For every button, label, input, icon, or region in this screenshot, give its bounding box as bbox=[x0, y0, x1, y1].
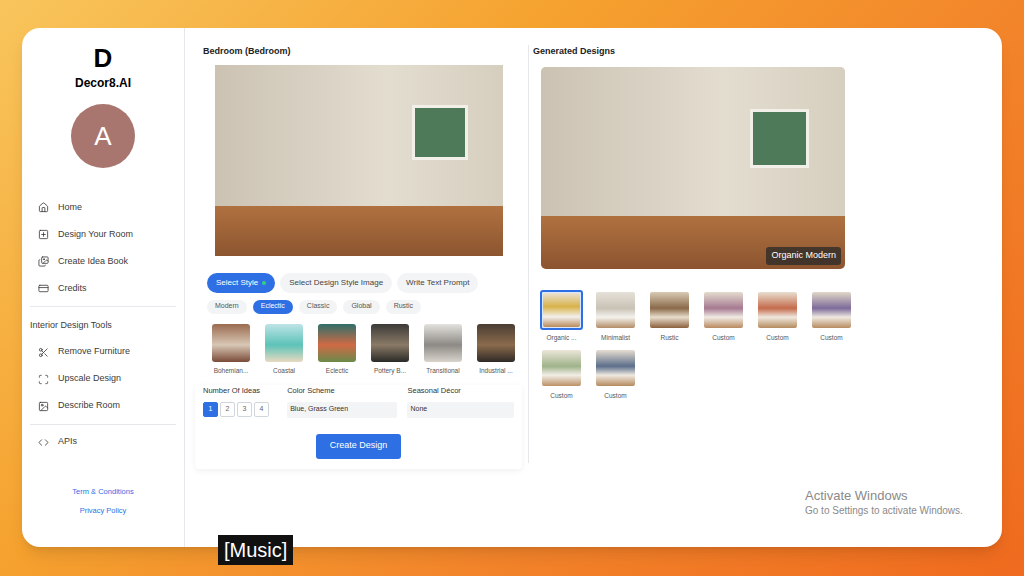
generated-panel: Generated Designs Organic Modern Organic .… bbox=[528, 28, 1002, 547]
design-panel: Bedroom (Bedroom) Select StyleSelect Desi… bbox=[185, 28, 528, 547]
footer-link[interactable]: Privacy Policy bbox=[80, 505, 127, 516]
logo[interactable]: D bbox=[94, 44, 113, 72]
style-thumbnail bbox=[424, 324, 462, 362]
idea-count-button[interactable]: 4 bbox=[254, 402, 269, 417]
screen: D Decor8.AI A HomeDesign Your RoomCreate Id… bbox=[0, 0, 1024, 576]
app-window: D Decor8.AI A HomeDesign Your RoomCreate Id… bbox=[22, 28, 1002, 547]
idea-count-button[interactable]: 2 bbox=[220, 402, 235, 417]
style-category[interactable]: Eclectic bbox=[253, 300, 293, 314]
app-name: Decor8.AI bbox=[75, 74, 131, 92]
input-tab[interactable]: Select Design Style Image bbox=[280, 273, 392, 293]
idea-count-button[interactable]: 3 bbox=[237, 402, 252, 417]
sidebar-item[interactable]: Credits bbox=[22, 275, 184, 302]
room-title: Bedroom (Bedroom) bbox=[195, 45, 522, 59]
sidebar-item[interactable]: Upscale Design bbox=[22, 366, 184, 393]
style-thumbnail bbox=[265, 324, 303, 362]
nav-icon bbox=[38, 202, 49, 213]
generated-thumbnail[interactable]: Minimalist bbox=[594, 290, 637, 343]
sidebar-item[interactable]: Create Idea Book bbox=[22, 248, 184, 275]
active-dot bbox=[262, 281, 266, 285]
style-thumbnail bbox=[477, 324, 515, 362]
field-label: Color Scheme bbox=[287, 385, 397, 396]
avatar[interactable]: A bbox=[71, 104, 135, 168]
nav-icon bbox=[38, 374, 49, 385]
style-option[interactable]: Eclectic bbox=[317, 324, 357, 376]
sidebar: D Decor8.AI A HomeDesign Your RoomCreate Id… bbox=[22, 28, 185, 547]
style-option[interactable]: Transitional bbox=[423, 324, 463, 376]
section-title: Interior Design Tools bbox=[22, 319, 184, 333]
style-thumbnail bbox=[318, 324, 356, 362]
generated-title: Generated Designs bbox=[533, 45, 1002, 59]
generated-thumbnail[interactable]: Custom bbox=[756, 290, 799, 343]
field-label: Seasonal Décor bbox=[407, 385, 514, 396]
style-option[interactable]: Coastal bbox=[264, 324, 304, 376]
generated-photo: Organic Modern bbox=[541, 67, 845, 269]
style-category[interactable]: Global bbox=[343, 300, 379, 314]
style-category[interactable]: Classic bbox=[299, 300, 338, 314]
sidebar-item[interactable]: APIs bbox=[22, 429, 184, 456]
nav-icon bbox=[38, 437, 49, 448]
sidebar-item[interactable]: Describe Room bbox=[22, 393, 184, 420]
room-photo bbox=[215, 65, 503, 256]
input-tab[interactable]: Select Style bbox=[207, 273, 275, 293]
input-tab[interactable]: Write Text Prompt bbox=[397, 273, 478, 293]
generated-thumbnail[interactable]: Custom bbox=[810, 290, 853, 343]
style-option[interactable]: Pottery B... bbox=[370, 324, 410, 376]
style-badge: Organic Modern bbox=[766, 247, 841, 265]
sidebar-item[interactable]: Home bbox=[22, 194, 184, 221]
generated-thumbnail[interactable]: Rustic bbox=[648, 290, 691, 343]
style-thumbnail bbox=[371, 324, 409, 362]
generated-thumbnail[interactable]: Custom bbox=[702, 290, 745, 343]
nav-icon bbox=[38, 229, 49, 240]
nav-icon bbox=[38, 401, 49, 412]
style-option[interactable]: Industrial ... bbox=[476, 324, 516, 376]
style-category[interactable]: Rustic bbox=[386, 300, 421, 314]
nav-icon bbox=[38, 347, 49, 358]
sidebar-item[interactable]: Remove Furniture bbox=[22, 339, 184, 366]
generated-thumbnail[interactable]: Organic ... bbox=[540, 290, 583, 343]
nav-icon bbox=[38, 256, 49, 267]
windows-watermark: Activate WindowsGo to Settings to activa… bbox=[805, 488, 963, 518]
style-category[interactable]: Modern bbox=[207, 300, 247, 314]
generated-thumbnail[interactable]: Custom bbox=[594, 348, 637, 401]
seasonal-decor-field[interactable]: None bbox=[407, 402, 514, 418]
footer-link[interactable]: Term & Conditions bbox=[72, 486, 133, 497]
style-option[interactable]: Bohemian... bbox=[211, 324, 251, 376]
nav-icon bbox=[38, 283, 49, 294]
create-design-button[interactable]: Create Design bbox=[316, 434, 402, 459]
generated-thumbnail[interactable]: Custom bbox=[540, 348, 583, 401]
video-caption: [Music] bbox=[218, 535, 293, 565]
field-label: Number Of Ideas bbox=[203, 385, 277, 396]
idea-count-button[interactable]: 1 bbox=[203, 402, 218, 417]
color-scheme-field[interactable]: Blue, Grass Green bbox=[287, 402, 397, 418]
sidebar-item[interactable]: Design Your Room bbox=[22, 221, 184, 248]
options-card: Number Of Ideas 1234 Color Scheme Blue, Gra… bbox=[195, 385, 522, 468]
style-thumbnail bbox=[212, 324, 250, 362]
